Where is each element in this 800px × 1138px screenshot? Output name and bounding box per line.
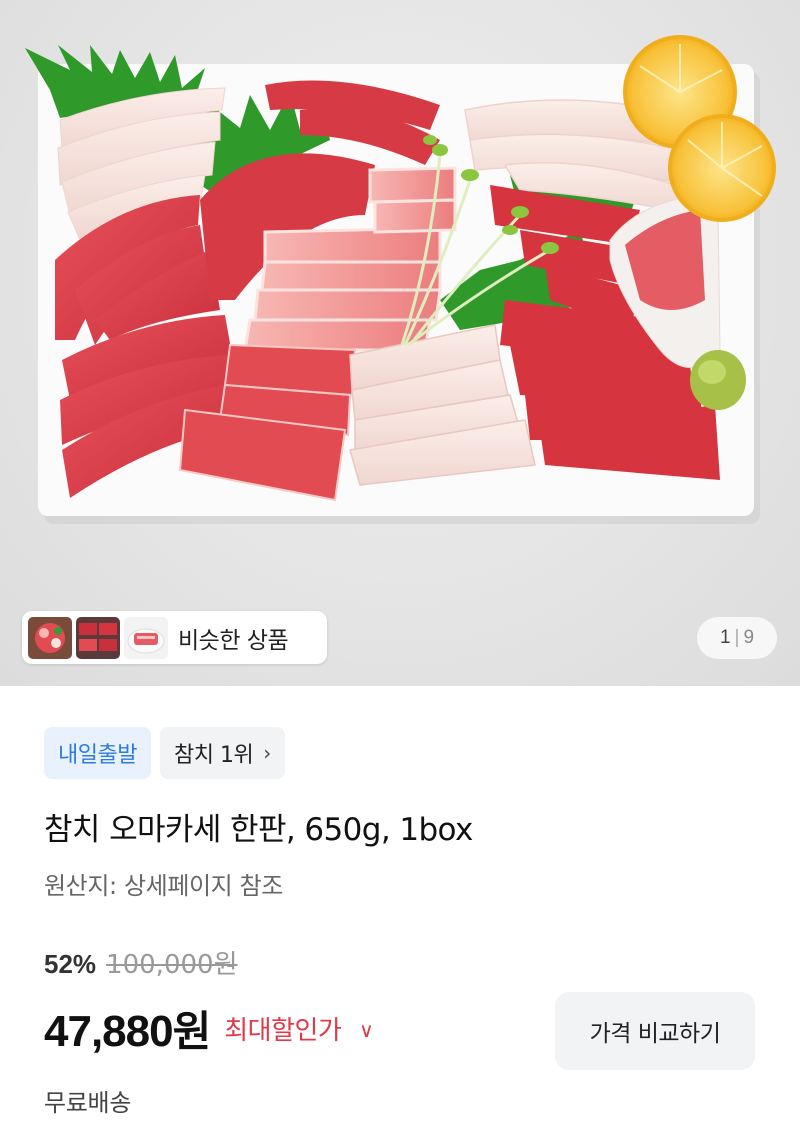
sale-price-amount: 47,880 (44, 1007, 174, 1056)
page-current: 1 (719, 627, 731, 648)
similar-product-thumbnail (76, 616, 120, 659)
price-compare-button[interactable]: 가격 비교하기 (555, 992, 755, 1070)
page-separator: | (734, 627, 740, 648)
original-price: 100,000원 (106, 950, 238, 980)
product-photo (25, 35, 776, 524)
chevron-right-icon: › (263, 741, 271, 765)
shipping-info: 무료배송 (44, 1089, 132, 1117)
product-origin: 원산지: 상세페이지 참조 (44, 872, 283, 900)
page-total: 9 (743, 627, 755, 648)
ranking-badge-label: 참치 1위 (173, 743, 254, 768)
sale-price: 47,880원 (44, 998, 212, 1059)
similar-product-thumbnail (28, 616, 72, 659)
similar-products-button[interactable]: 비슷한 상품 (22, 611, 327, 664)
ranking-badge[interactable]: 참치 1위 › (159, 727, 285, 779)
chevron-down-icon: ∨ (359, 1018, 374, 1042)
max-discount-label: 최대할인가 (224, 1016, 342, 1046)
discount-rate: 52% (44, 949, 97, 979)
discount-row: 52% 100,000원 (44, 944, 237, 981)
badge-row: 내일출발 참치 1위 › (44, 727, 285, 779)
sale-price-currency: 원 (172, 1007, 212, 1056)
product-title: 참치 오마카세 한판, 650g, 1box (44, 812, 473, 848)
price-row: 47,880원 최대할인가 ∨ (44, 998, 374, 1059)
delivery-badge: 내일출발 (44, 727, 151, 779)
similar-products-label: 비슷한 상품 (178, 627, 289, 654)
product-image-gallery[interactable]: 비슷한 상품 1 | 9 (0, 0, 800, 686)
gallery-page-indicator: 1 | 9 (697, 617, 777, 659)
similar-product-thumbnail (124, 616, 168, 659)
max-discount-toggle[interactable]: 최대할인가 ∨ (224, 1010, 374, 1047)
